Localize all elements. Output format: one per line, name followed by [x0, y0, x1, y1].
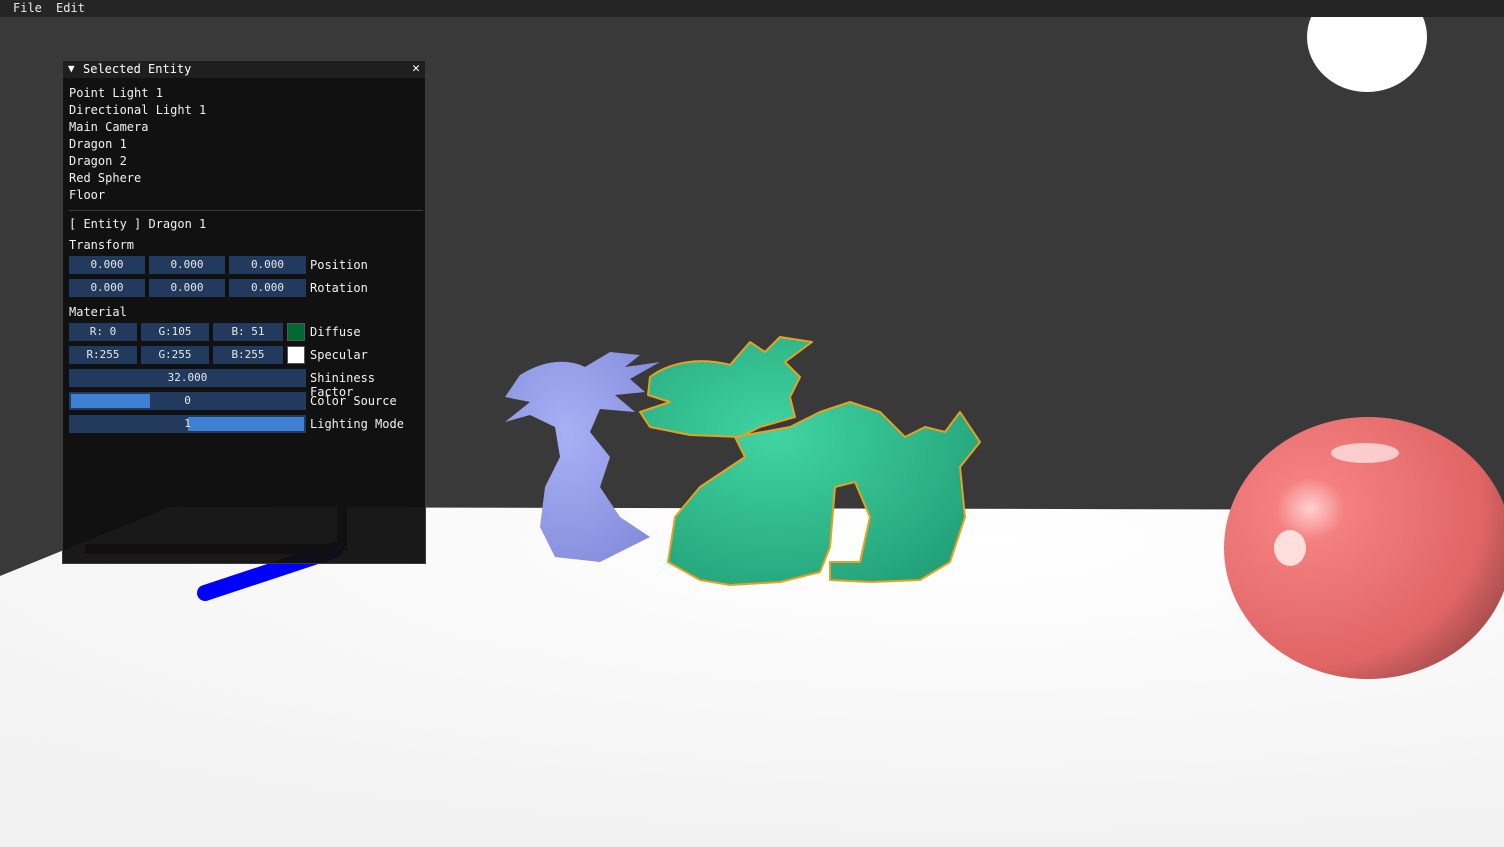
position-x-field[interactable]: 0.000	[69, 256, 145, 274]
panel-title: Selected Entity	[83, 62, 192, 76]
position-label: Position	[310, 258, 368, 272]
entity-item-directional-light-1[interactable]: Directional Light 1	[69, 103, 206, 117]
color-source-slider-fill	[71, 394, 150, 408]
close-icon[interactable]: ✕	[412, 61, 420, 76]
diffuse-color-swatch[interactable]	[287, 323, 305, 341]
rotation-label: Rotation	[310, 281, 368, 295]
collapse-triangle-icon[interactable]: ▼	[68, 62, 75, 75]
menu-bar: File Edit	[0, 0, 1504, 18]
transform-label: Transform	[69, 238, 135, 252]
separator	[69, 210, 423, 211]
entity-item-red-sphere[interactable]: Red Sphere	[69, 171, 141, 185]
specular-r-field[interactable]: R:255	[69, 346, 137, 364]
position-z-field[interactable]: 0.000	[229, 256, 306, 274]
menu-file[interactable]: File	[13, 1, 42, 15]
panel-title-bar[interactable]: ▼ Selected Entity ✕	[63, 61, 425, 78]
selected-entity-header: [ Entity ] Dragon 1	[69, 217, 207, 231]
position-y-field[interactable]: 0.000	[149, 256, 225, 274]
entity-item-floor[interactable]: Floor	[69, 188, 105, 202]
entity-item-main-camera[interactable]: Main Camera	[69, 120, 148, 134]
lighting-mode-slider-grab[interactable]	[188, 417, 304, 431]
entity-item-dragon-2[interactable]: Dragon 2	[69, 154, 127, 168]
specular-g-field[interactable]: G:255	[141, 346, 209, 364]
rotation-z-field[interactable]: 0.000	[229, 279, 306, 297]
diffuse-g-field[interactable]: G:105	[141, 323, 209, 341]
rotation-x-field[interactable]: 0.000	[69, 279, 145, 297]
specular-color-swatch[interactable]	[287, 346, 305, 364]
diffuse-b-field[interactable]: B: 51	[213, 323, 283, 341]
lighting-mode-label: Lighting Mode	[310, 417, 404, 431]
rotation-y-field[interactable]: 0.000	[149, 279, 225, 297]
specular-label: Specular	[310, 348, 368, 362]
sphere-highlight	[1274, 530, 1306, 566]
color-source-slider[interactable]: 0	[69, 392, 306, 410]
shininess-field[interactable]: 32.000	[69, 369, 306, 387]
selected-entity-panel[interactable]: ▼ Selected Entity ✕ Point Light 1 Direct…	[62, 60, 426, 564]
menu-edit[interactable]: Edit	[56, 1, 85, 15]
diffuse-label: Diffuse	[310, 325, 361, 339]
lighting-mode-value: 1	[184, 417, 191, 430]
specular-b-field[interactable]: B:255	[213, 346, 283, 364]
entity-item-dragon-1[interactable]: Dragon 1	[69, 137, 127, 151]
color-source-label: Color Source	[310, 394, 397, 408]
lighting-mode-slider[interactable]: 1	[69, 415, 306, 433]
entity-item-point-light-1[interactable]: Point Light 1	[69, 86, 163, 100]
sphere-highlight-top	[1331, 443, 1399, 463]
color-source-value: 0	[184, 394, 191, 407]
diffuse-r-field[interactable]: R: 0	[69, 323, 137, 341]
material-label: Material	[69, 305, 127, 319]
